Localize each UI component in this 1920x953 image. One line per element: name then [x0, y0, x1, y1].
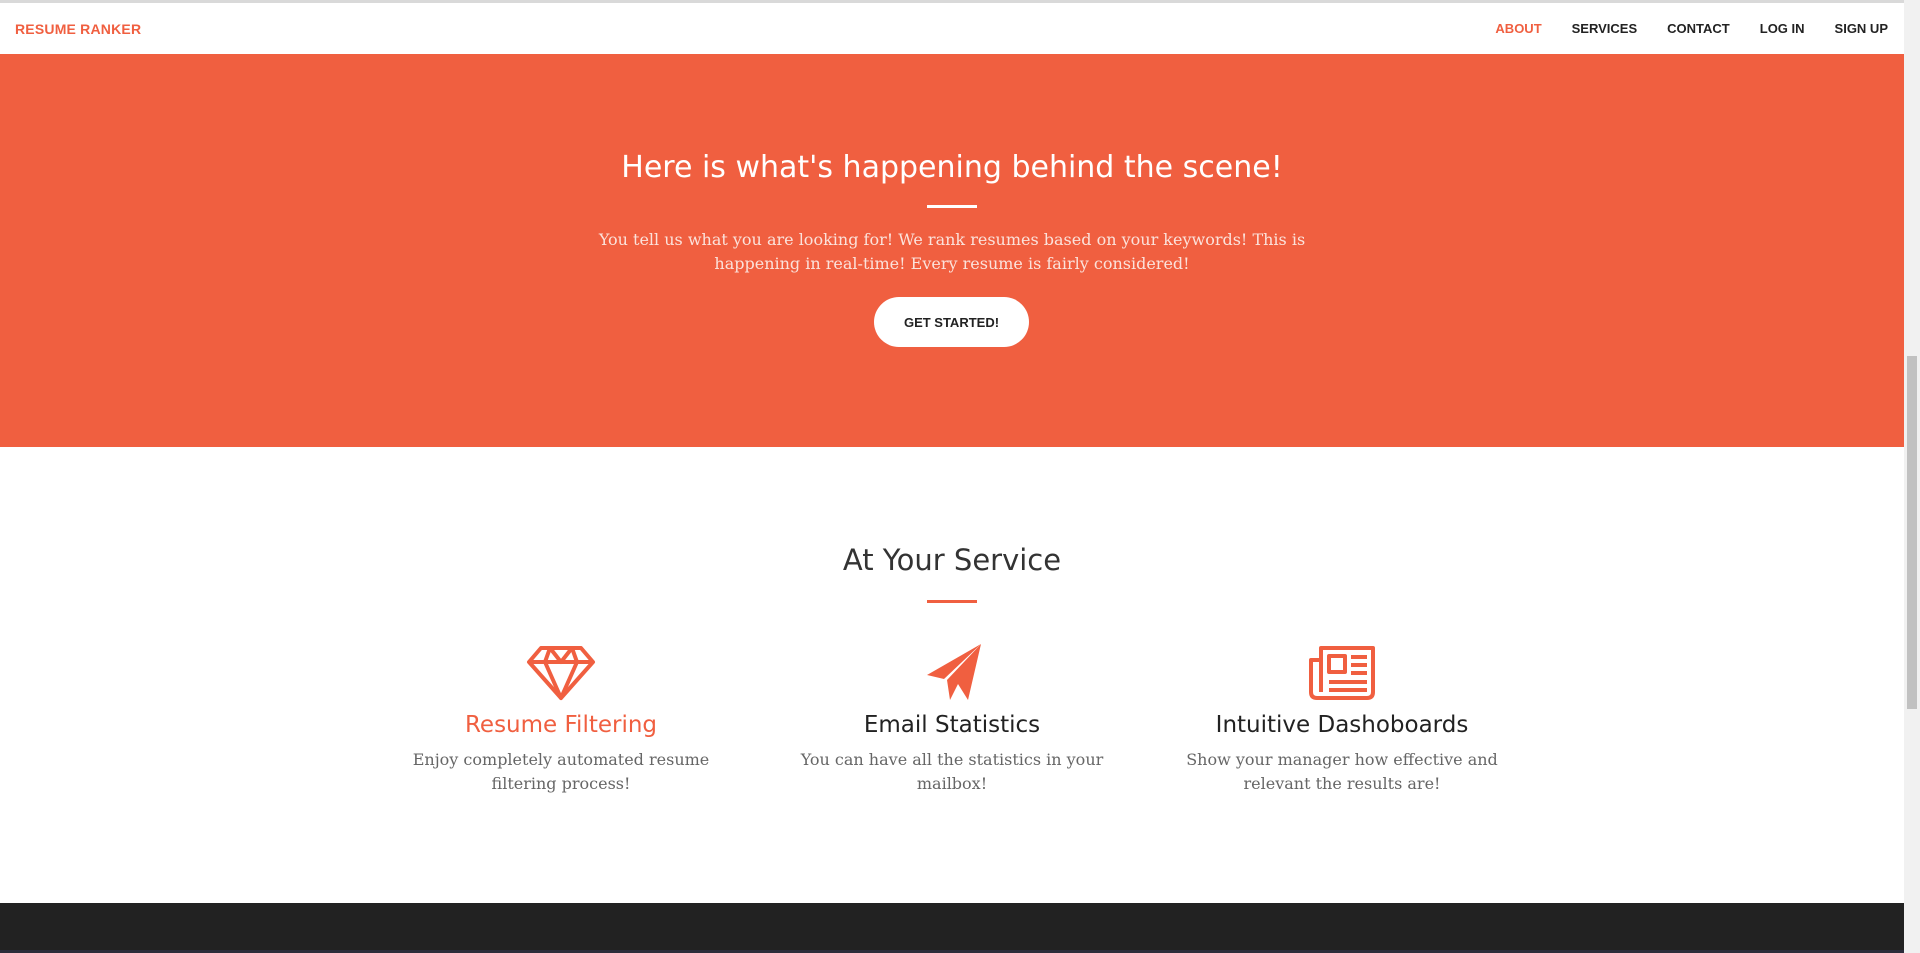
- service-title: Resume Filtering: [464, 712, 658, 738]
- nav-link-sign-up[interactable]: SIGN UP: [1835, 21, 1888, 36]
- about-text: You tell us what you are looking for! We…: [598, 230, 1306, 273]
- nav-link-about[interactable]: ABOUT: [1495, 21, 1541, 36]
- nav-links: ABOUT SERVICES CONTACT LOG IN SIGN UP: [1465, 21, 1888, 36]
- services-section: At Your Service Resume Filtering Enjoy c…: [0, 447, 1904, 903]
- scrollbar-thumb[interactable]: [1907, 356, 1917, 709]
- paper-plane-icon: [927, 644, 981, 700]
- vertical-scrollbar[interactable]: [1904, 0, 1920, 953]
- brand-link[interactable]: RESUME RANKER: [15, 21, 141, 37]
- service-text: Show your manager how effective and rele…: [1186, 750, 1498, 793]
- about-section: Here is what's happening behind the scen…: [0, 54, 1904, 447]
- about-divider: [927, 205, 977, 208]
- footer: [0, 903, 1904, 953]
- service-title: Intuitive Dashoboards: [1215, 712, 1469, 738]
- diamond-icon: [527, 646, 595, 700]
- services-divider: [927, 600, 977, 603]
- navbar: RESUME RANKER ABOUT SERVICES CONTACT LOG…: [0, 3, 1904, 54]
- service-text: You can have all the statistics in your …: [800, 750, 1104, 793]
- service-title: Email Statistics: [863, 712, 1041, 738]
- services-title: At Your Service: [842, 543, 1062, 577]
- about-title: Here is what's happening behind the scen…: [621, 150, 1283, 185]
- nav-link-log-in[interactable]: LOG IN: [1760, 21, 1805, 36]
- get-started-button[interactable]: GET STARTED!: [874, 297, 1029, 347]
- service-email-statistics: Email Statistics You can have all the st…: [782, 642, 1122, 796]
- nav-link-contact[interactable]: CONTACT: [1667, 21, 1730, 36]
- service-resume-filtering: Resume Filtering Enjoy completely automa…: [391, 642, 731, 796]
- service-text: Enjoy completely automated resume filter…: [412, 750, 710, 793]
- nav-link-services[interactable]: SERVICES: [1572, 21, 1638, 36]
- newspaper-icon: [1309, 646, 1375, 700]
- service-intuitive-dashboards: Intuitive Dashoboards Show your manager …: [1172, 642, 1512, 796]
- page: RESUME RANKER ABOUT SERVICES CONTACT LOG…: [0, 0, 1920, 953]
